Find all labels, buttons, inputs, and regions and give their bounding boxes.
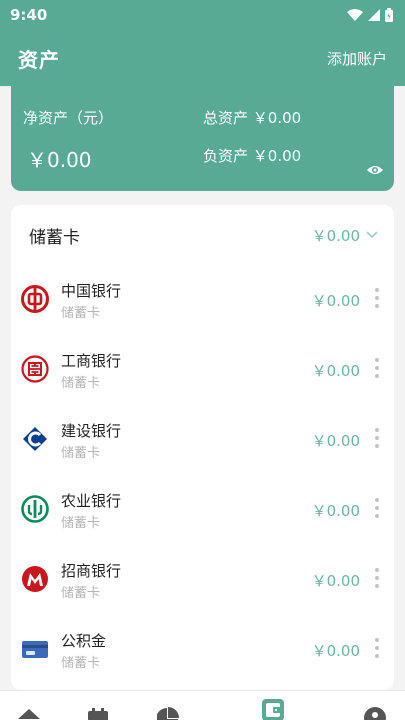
more-vertical-icon[interactable] xyxy=(374,567,380,589)
net-assets-value: ￥0.00 xyxy=(27,148,92,172)
total-assets-row: 总资产 ￥0.00 xyxy=(203,107,301,128)
group-total-wrap: ￥0.00 xyxy=(312,225,378,246)
savings-card-group: 储蓄卡 ￥0.00 中国银行 储蓄卡 ￥0.00 工商银行 储蓄卡 ￥0.00 xyxy=(11,205,394,690)
account-amount: ￥0.00 xyxy=(311,432,360,450)
more-vertical-icon[interactable] xyxy=(374,427,380,449)
signal-icon xyxy=(368,9,380,21)
card-icon xyxy=(22,641,48,658)
asset-summary-card: 净资产（元） ￥0.00 总资产 ￥0.00 负资产 ￥0.00 xyxy=(11,82,394,191)
account-row-cmb[interactable]: 招商银行 储蓄卡 ￥0.00 xyxy=(11,545,394,615)
wifi-icon xyxy=(347,9,363,21)
account-name: 农业银行 xyxy=(61,492,122,510)
account-type: 储蓄卡 xyxy=(61,516,101,531)
account-type: 储蓄卡 xyxy=(61,586,101,601)
account-name: 建设银行 xyxy=(61,422,122,440)
app-header: 资产 添加账户 xyxy=(0,30,405,86)
total-assets-label: 总资产 xyxy=(203,109,249,127)
icbc-logo-icon xyxy=(21,355,49,383)
battery-icon xyxy=(385,8,393,22)
abc-logo-icon xyxy=(21,495,49,523)
net-assets-label: 净资产（元） xyxy=(23,109,114,127)
account-row-boc[interactable]: 中国银行 储蓄卡 ￥0.00 xyxy=(11,265,394,335)
group-header[interactable]: 储蓄卡 ￥0.00 xyxy=(11,205,394,265)
pie-chart-icon[interactable] xyxy=(157,707,179,720)
status-time: 9:40 xyxy=(10,6,48,24)
account-amount: ￥0.00 xyxy=(311,642,360,660)
account-name: 工商银行 xyxy=(61,352,122,370)
more-vertical-icon[interactable] xyxy=(374,287,380,309)
group-title: 储蓄卡 xyxy=(29,227,80,248)
account-type: 储蓄卡 xyxy=(61,376,101,391)
add-account-button[interactable]: 添加账户 xyxy=(327,48,387,69)
total-assets-value: ￥0.00 xyxy=(252,109,302,127)
profile-icon[interactable] xyxy=(364,707,386,720)
ccb-logo-icon xyxy=(23,427,47,451)
liabilities-value: ￥0.00 xyxy=(252,147,302,165)
account-amount: ￥0.00 xyxy=(311,292,360,310)
eye-icon[interactable] xyxy=(366,164,384,176)
account-row-housing-fund[interactable]: 公积金 储蓄卡 ￥0.00 xyxy=(11,615,394,685)
account-name: 招商银行 xyxy=(61,562,122,580)
wallet-icon[interactable] xyxy=(262,699,284,720)
liabilities-label: 负资产 xyxy=(203,147,249,165)
more-vertical-icon[interactable] xyxy=(374,637,380,659)
status-icons xyxy=(347,8,393,22)
calendar-icon[interactable] xyxy=(88,708,108,720)
account-row-abc[interactable]: 农业银行 储蓄卡 ￥0.00 xyxy=(11,475,394,545)
status-bar: 9:40 xyxy=(0,0,405,30)
account-name: 中国银行 xyxy=(61,282,122,300)
account-name: 公积金 xyxy=(61,632,107,650)
account-row-ccb[interactable]: 建设银行 储蓄卡 ￥0.00 xyxy=(11,405,394,475)
page-title: 资产 xyxy=(18,47,60,72)
account-type: 储蓄卡 xyxy=(61,656,101,671)
account-type: 储蓄卡 xyxy=(61,306,101,321)
account-amount: ￥0.00 xyxy=(311,572,360,590)
account-amount: ￥0.00 xyxy=(311,362,360,380)
account-amount: ￥0.00 xyxy=(311,502,360,520)
more-vertical-icon[interactable] xyxy=(374,497,380,519)
account-row-icbc[interactable]: 工商银行 储蓄卡 ￥0.00 xyxy=(11,335,394,405)
more-vertical-icon[interactable] xyxy=(374,357,380,379)
bottom-nav xyxy=(0,690,405,720)
liabilities-row: 负资产 ￥0.00 xyxy=(203,145,301,166)
boc-logo-icon xyxy=(21,285,49,313)
group-total: ￥0.00 xyxy=(311,226,360,245)
home-icon[interactable] xyxy=(18,709,40,720)
chevron-down-icon[interactable] xyxy=(366,231,378,239)
cmb-logo-icon xyxy=(22,566,48,592)
account-type: 储蓄卡 xyxy=(61,446,101,461)
